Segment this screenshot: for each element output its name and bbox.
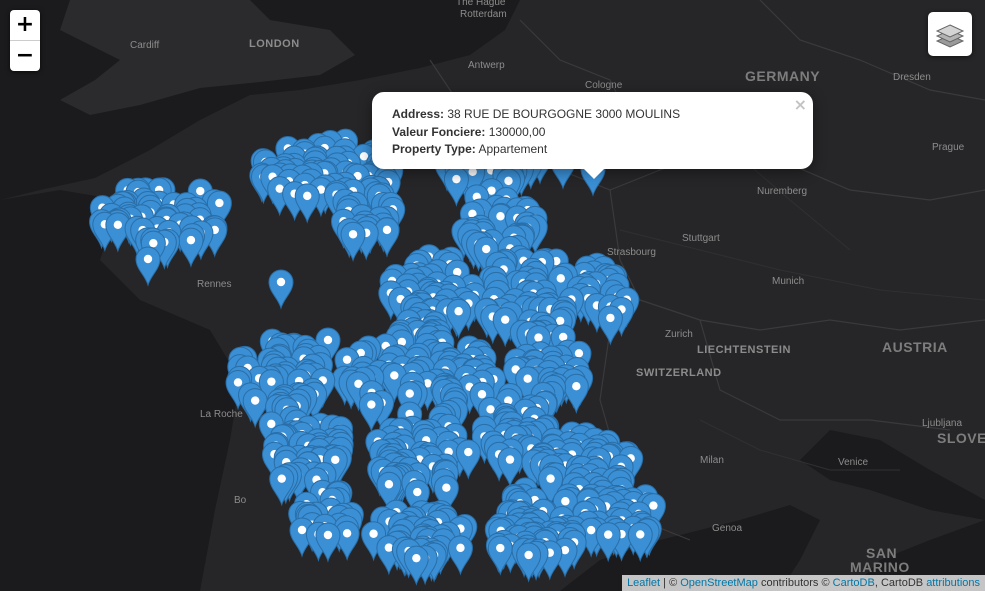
zoom-control: + − (10, 10, 40, 71)
popup-address-label: Address: (392, 107, 445, 121)
popup-content: Address: 38 RUE DE BOURGOGNE 3000 MOULIN… (392, 106, 680, 159)
attribution-sep: | © (660, 577, 681, 589)
attribution-cartodb-sep: , CartoDB (874, 577, 927, 589)
property-marker[interactable] (597, 305, 623, 346)
popup-valeur-value: 130000,00 (488, 124, 546, 139)
property-marker[interactable] (268, 269, 294, 310)
popup-address-row: Address: 38 RUE DE BOURGOGNE 3000 MOULIN… (392, 106, 680, 124)
marker-layer[interactable] (0, 0, 985, 591)
popup-valeur-row: Valeur Fonciere: 130000,00 (392, 124, 680, 142)
property-marker[interactable] (178, 227, 204, 268)
popup-type-row: Property Type: Appartement (392, 141, 680, 159)
popup-tip (583, 168, 605, 179)
zoom-in-button[interactable]: + (10, 10, 40, 40)
layers-button[interactable] (928, 12, 972, 56)
attribution-contributors: contributors © (757, 577, 833, 589)
property-marker[interactable] (563, 373, 589, 414)
property-marker[interactable] (294, 183, 320, 224)
popup-type-value: Appartement (478, 142, 548, 156)
attributions-link[interactable]: attributions (926, 577, 980, 589)
leaflet-link[interactable]: Leaflet (627, 577, 660, 589)
attribution-bar: Leaflet | © OpenStreetMap contributors ©… (622, 575, 985, 591)
property-marker[interactable] (340, 221, 366, 263)
popup-type-label: Property Type: (392, 142, 476, 156)
property-marker[interactable] (627, 521, 653, 563)
popup-valeur-label: Valeur Fonciere: (392, 124, 486, 139)
osm-link[interactable]: OpenStreetMap (680, 577, 758, 589)
popup-address-value: 38 RUE DE BOURGOGNE 3000 MOULINS (447, 107, 681, 121)
cartodb-link[interactable]: CartoDB (833, 577, 875, 589)
map-container[interactable]: The Hague Rotterdam LONDON Cardiff Antwe… (0, 0, 985, 591)
layers-icon (935, 24, 965, 48)
property-marker[interactable] (374, 217, 400, 258)
zoom-out-button[interactable]: − (10, 40, 40, 71)
popup-close-button[interactable]: × (794, 95, 807, 114)
property-marker[interactable] (135, 246, 161, 287)
property-marker[interactable] (447, 535, 473, 576)
property-popup: × Address: 38 RUE DE BOURGOGNE 3000 MOUL… (372, 92, 813, 179)
